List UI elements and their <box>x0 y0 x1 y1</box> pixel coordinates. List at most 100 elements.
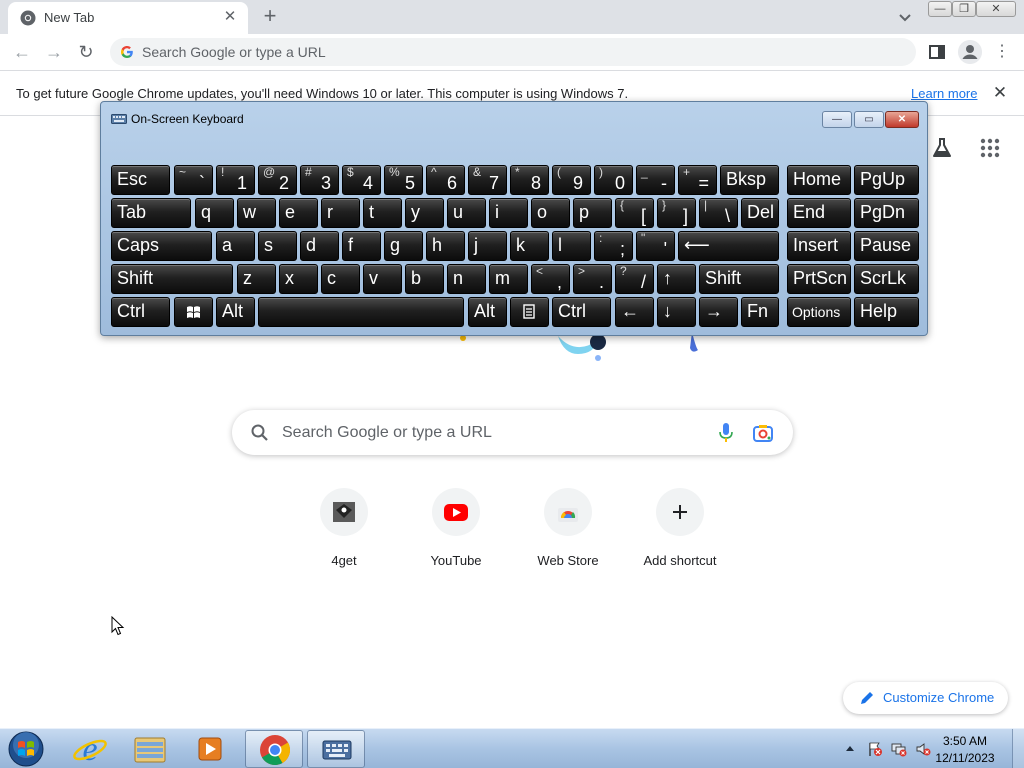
omnibox[interactable] <box>110 38 916 66</box>
google-lens-camera-icon[interactable] <box>752 423 774 443</box>
key--[interactable]: {[ <box>615 198 654 228</box>
key-v[interactable]: v <box>363 264 402 294</box>
key-g[interactable]: g <box>384 231 423 261</box>
key-caps[interactable]: Caps <box>111 231 212 261</box>
key-i[interactable]: i <box>489 198 528 228</box>
key--[interactable]: ? / <box>615 264 654 294</box>
key-esc[interactable]: Esc <box>111 165 170 195</box>
key-windows-logo[interactable] <box>174 297 213 327</box>
windows-start-orb-icon[interactable] <box>6 730 46 768</box>
key-p[interactable]: p <box>573 198 612 228</box>
key-tab[interactable]: Tab <box>111 198 191 228</box>
taskbar-on-screen-keyboard[interactable] <box>307 730 365 768</box>
key-shift[interactable]: Shift <box>111 264 233 294</box>
key-j[interactable]: j <box>468 231 507 261</box>
key--[interactable]: ← <box>615 297 654 327</box>
key-n[interactable]: n <box>447 264 486 294</box>
network-status-icon[interactable] <box>891 741 907 757</box>
reload-icon[interactable]: ↻ <box>74 40 98 64</box>
infobar-close-icon[interactable]: ✕ <box>990 83 1010 103</box>
key-d[interactable]: d <box>300 231 339 261</box>
key-pgdn[interactable]: PgDn <box>854 198 919 228</box>
key-y[interactable]: y <box>405 198 444 228</box>
taskbar-chrome[interactable] <box>245 730 303 768</box>
window-restore-button[interactable]: ❐ <box>952 1 976 17</box>
key--[interactable]: _ - <box>636 165 675 195</box>
show-hidden-icons-arrow-icon[interactable] <box>845 744 855 752</box>
key-end[interactable]: End <box>787 198 851 228</box>
tab-close-icon[interactable]: ✕ <box>220 7 240 27</box>
key-8[interactable]: * 8 <box>510 165 549 195</box>
google-apps-grid-icon[interactable] <box>980 138 1000 158</box>
key-f[interactable]: f <box>342 231 381 261</box>
chrome-menu-icon[interactable]: ⋮ <box>992 40 1012 64</box>
tab-new-tab[interactable]: New Tab ✕ <box>8 2 248 34</box>
key-a[interactable]: a <box>216 231 255 261</box>
key-4[interactable]: $4 <box>342 165 381 195</box>
ntp-search-box[interactable] <box>232 410 793 455</box>
key-pause[interactable]: Pause <box>854 231 919 261</box>
key--[interactable]: ~ ` <box>174 165 213 195</box>
key-context-menu[interactable] <box>510 297 549 327</box>
clock-time[interactable]: 3:50 AM <box>930 734 1000 748</box>
window-minimize-button[interactable]: — <box>928 1 952 17</box>
back-arrow-icon[interactable]: ← <box>10 40 34 64</box>
key-w[interactable]: w <box>237 198 276 228</box>
taskbar-internet-explorer[interactable]: e <box>61 730 119 768</box>
key-del[interactable]: Del <box>741 198 779 228</box>
key-0[interactable]: ) 0 <box>594 165 633 195</box>
key--[interactable]: → <box>699 297 738 327</box>
key--[interactable]: ↓ <box>657 297 696 327</box>
on-screen-keyboard-window[interactable]: On-Screen Keyboard — ▭ ✕ Esc ~ `! 1 @2 #3 $4% 5… <box>100 101 928 336</box>
key-m[interactable]: m <box>489 264 528 294</box>
customize-chrome-button[interactable]: Customize Chrome <box>843 682 1008 714</box>
key-h[interactable]: h <box>426 231 465 261</box>
new-tab-button[interactable]: + <box>258 4 282 28</box>
shortcut-4get[interactable]: 4get <box>292 486 396 576</box>
taskbar-windows-explorer[interactable] <box>121 730 179 768</box>
key--[interactable]: + = <box>678 165 717 195</box>
volume-muted-icon[interactable] <box>915 741 931 757</box>
voice-search-mic-icon[interactable] <box>718 422 734 444</box>
key-u[interactable]: u <box>447 198 486 228</box>
key-q[interactable]: q <box>195 198 234 228</box>
key-space[interactable] <box>258 297 464 327</box>
learn-more-link[interactable]: Learn more <box>911 86 977 101</box>
key-pgup[interactable]: PgUp <box>854 165 919 195</box>
key--[interactable]: | \ <box>699 198 738 228</box>
shortcut-add[interactable]: Add shortcut <box>628 486 732 576</box>
key-bksp[interactable]: Bksp <box>720 165 779 195</box>
key-ctrl[interactable]: Ctrl <box>552 297 611 327</box>
key-3[interactable]: #3 <box>300 165 339 195</box>
shortcut-web-store[interactable]: Web Store <box>516 486 620 576</box>
profile-avatar-icon[interactable] <box>958 40 982 64</box>
key--[interactable]: " ' <box>636 231 675 261</box>
key-2[interactable]: @2 <box>258 165 297 195</box>
key-r[interactable]: r <box>321 198 360 228</box>
key-t[interactable]: t <box>363 198 402 228</box>
key-5[interactable]: % 5 <box>384 165 423 195</box>
key--[interactable]: :; <box>594 231 633 261</box>
key--[interactable]: >. <box>573 264 612 294</box>
window-close-button[interactable]: ✕ <box>976 1 1016 17</box>
key-7[interactable]: & 7 <box>468 165 507 195</box>
key-1[interactable]: ! 1 <box>216 165 255 195</box>
key-fn[interactable]: Fn <box>741 297 779 327</box>
taskbar-media-player[interactable] <box>181 730 239 768</box>
key--[interactable]: ↑ <box>657 264 696 294</box>
key-s[interactable]: s <box>258 231 297 261</box>
key-6[interactable]: ^ 6 <box>426 165 465 195</box>
clock-date[interactable]: 12/11/2023 <box>930 751 1000 765</box>
show-desktop-button[interactable] <box>1012 729 1024 768</box>
shortcut-youtube[interactable]: YouTube <box>404 486 508 576</box>
action-center-flag-icon[interactable] <box>867 741 883 757</box>
key-ctrl[interactable]: Ctrl <box>111 297 170 327</box>
side-panel-icon[interactable] <box>928 43 946 61</box>
key-9[interactable]: (9 <box>552 165 591 195</box>
key-b[interactable]: b <box>405 264 444 294</box>
key-insert[interactable]: Insert <box>787 231 851 261</box>
key-alt[interactable]: Alt <box>468 297 507 327</box>
omnibox-input[interactable] <box>142 38 902 66</box>
key--[interactable]: <, <box>531 264 570 294</box>
key-home[interactable]: Home <box>787 165 851 195</box>
